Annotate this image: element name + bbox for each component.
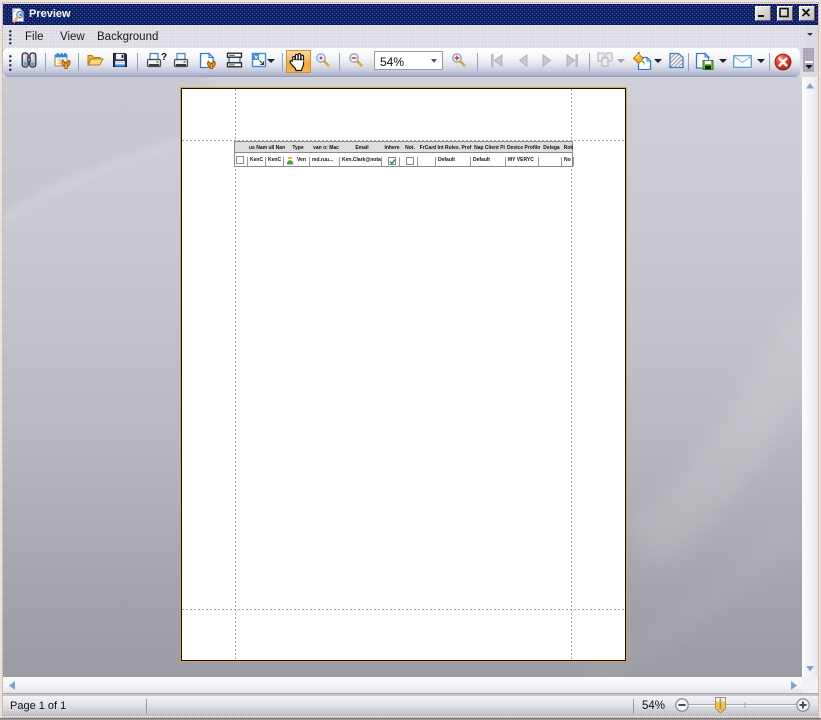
svg-text:?: ? (161, 52, 167, 63)
